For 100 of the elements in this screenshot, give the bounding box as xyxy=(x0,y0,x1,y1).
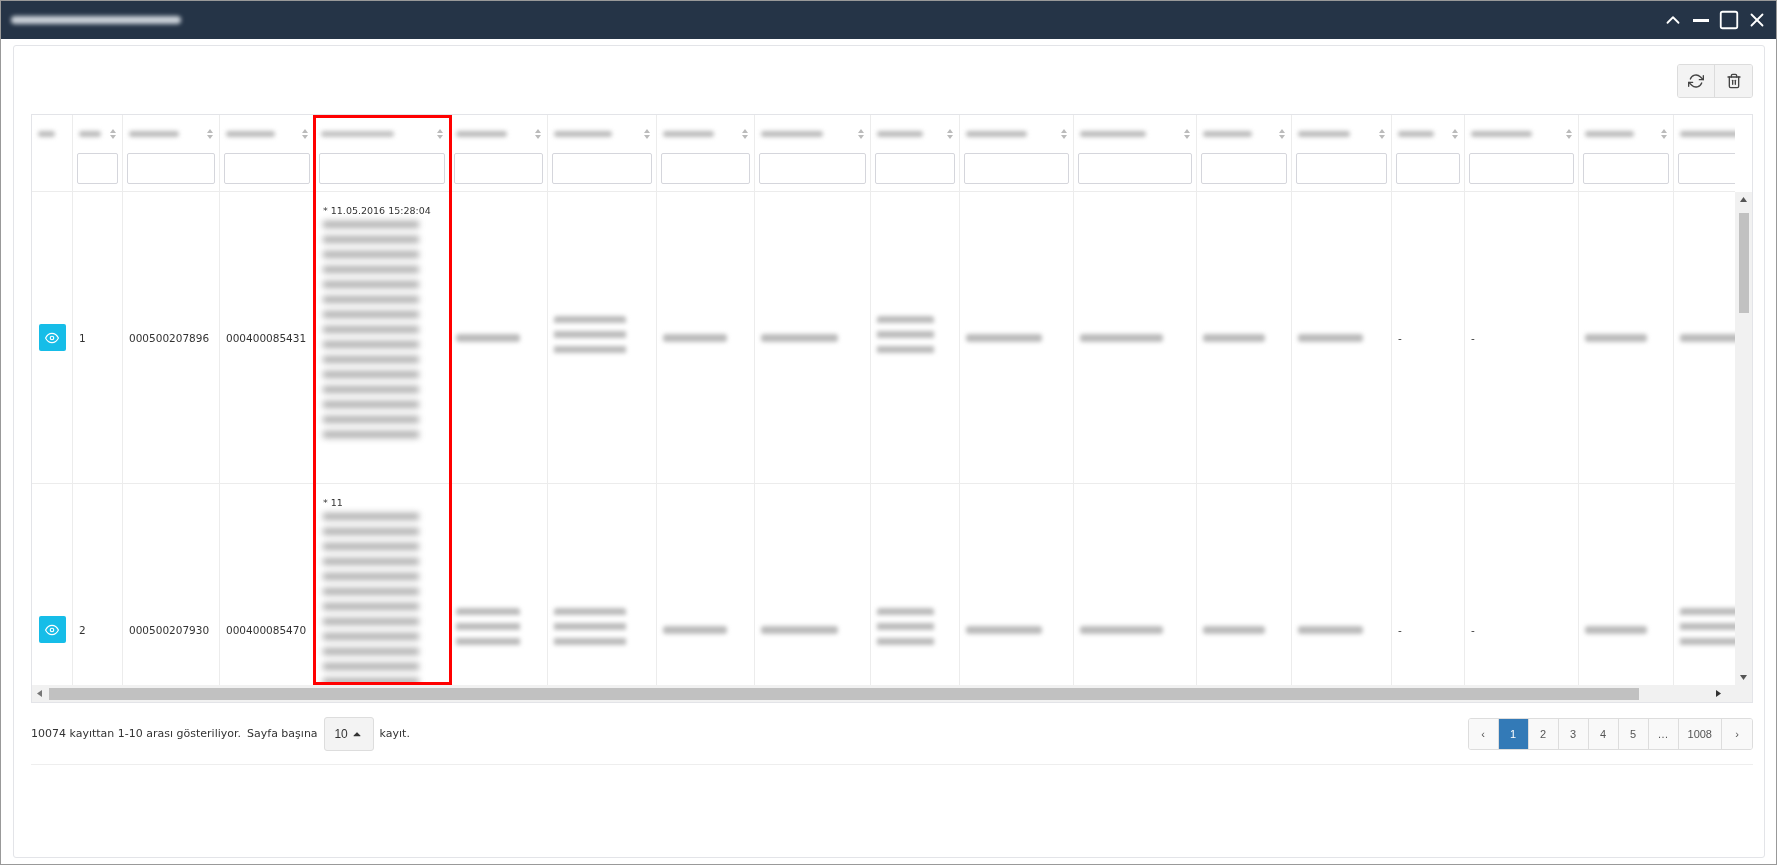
sort-icon[interactable] xyxy=(1279,129,1285,139)
page-button[interactable]: 1008 xyxy=(1678,718,1722,749)
sort-icon[interactable] xyxy=(535,129,541,139)
blurred-header xyxy=(1471,131,1532,137)
filter-field[interactable] xyxy=(1583,153,1669,184)
blurred-header xyxy=(1680,131,1735,137)
sort-icon[interactable] xyxy=(1184,129,1190,139)
per-page-label: Sayfa başına xyxy=(247,727,318,740)
sort-icon[interactable] xyxy=(1452,129,1458,139)
sort-icon[interactable] xyxy=(1661,129,1667,139)
per-page-select[interactable]: 10 xyxy=(323,716,374,751)
sort-icon[interactable] xyxy=(207,129,213,139)
table-cell: - xyxy=(1471,330,1475,345)
per-page-suffix: kayıt. xyxy=(379,727,410,740)
sort-icon[interactable] xyxy=(1061,129,1067,139)
blurred-header xyxy=(966,131,1027,137)
maximize-icon xyxy=(1718,9,1740,31)
filter-field[interactable] xyxy=(224,153,310,184)
refresh-button[interactable] xyxy=(1678,65,1715,97)
blurred-text xyxy=(1203,333,1265,342)
blurred-header xyxy=(129,131,180,137)
filter-field[interactable] xyxy=(1201,153,1287,184)
right-arrow-icon[interactable] xyxy=(1715,690,1722,697)
scroll-thumb[interactable] xyxy=(49,687,1639,700)
table-cell: - xyxy=(1398,330,1402,345)
up-arrow-icon[interactable] xyxy=(1740,196,1747,203)
table-cell: 000400085470 xyxy=(226,622,307,637)
view-button[interactable] xyxy=(38,616,66,643)
blurred-header xyxy=(226,131,276,137)
filter-field[interactable] xyxy=(77,153,118,184)
filter-field[interactable] xyxy=(552,153,652,184)
blurred-text xyxy=(1203,625,1265,634)
filter-field[interactable] xyxy=(1396,153,1460,184)
sort-icon[interactable] xyxy=(110,129,116,139)
page-button[interactable]: 2 xyxy=(1528,718,1559,749)
blurred-header xyxy=(1080,131,1146,137)
page-button[interactable]: › xyxy=(1722,718,1752,749)
blurred-header xyxy=(456,131,507,137)
filter-field[interactable] xyxy=(1078,153,1192,184)
sort-icon[interactable] xyxy=(858,129,864,139)
down-arrow-icon[interactable] xyxy=(1740,674,1747,681)
page-button[interactable]: 4 xyxy=(1588,718,1619,749)
blurred-header xyxy=(877,131,923,137)
table-cell: - xyxy=(1398,622,1402,637)
blurred-header xyxy=(1203,131,1253,137)
blurred-header xyxy=(1298,131,1351,137)
filter-field[interactable] xyxy=(1469,153,1574,184)
filter-field[interactable] xyxy=(319,153,445,184)
blurred-text xyxy=(663,333,727,342)
table-cell: 000400085431 xyxy=(226,330,307,345)
refresh-icon xyxy=(1688,73,1704,89)
blurred-header xyxy=(554,131,612,137)
trash-icon xyxy=(1725,73,1742,89)
page-button[interactable]: 3 xyxy=(1558,718,1589,749)
delete-button[interactable] xyxy=(1715,65,1752,97)
blurred-text xyxy=(1298,333,1364,342)
blurred-header xyxy=(761,131,823,137)
table-cell: 000500207930 xyxy=(129,622,210,637)
filter-field[interactable] xyxy=(127,153,215,184)
blurred-text xyxy=(1585,333,1647,342)
blurred-text xyxy=(663,625,727,634)
blurred-text xyxy=(1298,625,1364,634)
horizontal-scrollbar[interactable] xyxy=(32,685,1752,702)
view-button[interactable] xyxy=(38,324,66,351)
blurred-header xyxy=(1398,131,1434,137)
filter-field[interactable] xyxy=(964,153,1069,184)
page-button[interactable]: … xyxy=(1648,718,1679,749)
minimize-icon xyxy=(1693,18,1709,22)
filter-field[interactable] xyxy=(1296,153,1387,184)
filter-field[interactable] xyxy=(454,153,543,184)
blurred-header xyxy=(1585,131,1635,137)
left-arrow-icon[interactable] xyxy=(36,690,43,697)
record-summary: 10074 kayıttan 1-10 arası gösteriliyor. xyxy=(31,727,242,740)
table-cell: - xyxy=(1471,622,1475,637)
table-cell: * 11 xyxy=(323,496,343,509)
sort-icon[interactable] xyxy=(1379,129,1385,139)
scroll-thumb[interactable] xyxy=(1738,213,1749,313)
vertical-scrollbar[interactable] xyxy=(1735,192,1752,685)
sort-icon[interactable] xyxy=(437,129,443,139)
maximize-button[interactable] xyxy=(1718,9,1740,31)
table-cell: 2 xyxy=(79,622,86,637)
eye-icon xyxy=(45,622,59,637)
filter-field[interactable] xyxy=(661,153,750,184)
filter-field[interactable] xyxy=(875,153,955,184)
sort-icon[interactable] xyxy=(947,129,953,139)
table-cell: 000500207896 xyxy=(129,330,210,345)
blurred-text xyxy=(1585,625,1647,634)
sort-icon[interactable] xyxy=(742,129,748,139)
page-button[interactable]: 5 xyxy=(1618,718,1649,749)
page-button[interactable]: 1 xyxy=(1498,718,1529,749)
page-button[interactable]: ‹ xyxy=(1468,718,1499,749)
blurred-header xyxy=(663,131,714,137)
filter-field[interactable] xyxy=(759,153,866,184)
table-cell: * 11.05.2016 15:28:04 xyxy=(323,204,431,217)
sort-icon[interactable] xyxy=(302,129,308,139)
sort-icon[interactable] xyxy=(644,129,650,139)
table-cell: 1 xyxy=(79,330,86,345)
blurred-header xyxy=(38,131,55,137)
sort-icon[interactable] xyxy=(1566,129,1572,139)
eye-icon xyxy=(45,330,59,345)
